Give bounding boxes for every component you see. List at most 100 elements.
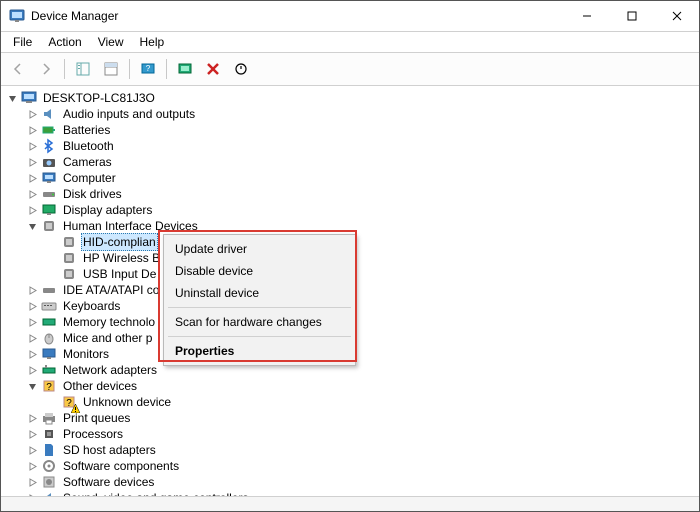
tree-label: Processors: [61, 426, 125, 442]
expand-icon[interactable]: [25, 203, 39, 217]
expand-icon[interactable]: [25, 171, 39, 185]
tree-label: Software devices: [61, 474, 156, 490]
forward-button[interactable]: [33, 56, 59, 82]
ctx-disable-device[interactable]: Disable device: [167, 260, 352, 282]
tree-label-selected: HID-complian: [81, 233, 158, 251]
expand-icon[interactable]: [25, 283, 39, 297]
toolbar-separator: [166, 59, 167, 79]
ctx-uninstall-device[interactable]: Uninstall device: [167, 282, 352, 304]
menu-action[interactable]: Action: [40, 33, 89, 51]
sound-icon: [41, 490, 57, 496]
collapse-icon[interactable]: [5, 91, 19, 105]
menu-file[interactable]: File: [5, 33, 40, 51]
tree-category-computer[interactable]: Computer: [1, 170, 699, 186]
expand-icon[interactable]: [25, 123, 39, 137]
memory-icon: [41, 314, 57, 330]
ctx-properties[interactable]: Properties: [167, 340, 352, 362]
tree-label: DESKTOP-LC81J3O: [41, 90, 157, 106]
close-button[interactable]: [654, 1, 699, 31]
expand-icon[interactable]: [25, 331, 39, 345]
expand-icon[interactable]: [25, 459, 39, 473]
tree-category-bluetooth[interactable]: Bluetooth: [1, 138, 699, 154]
tree-category-cameras[interactable]: Cameras: [1, 154, 699, 170]
tree-category-audio[interactable]: Audio inputs and outputs: [1, 106, 699, 122]
expand-icon[interactable]: [25, 139, 39, 153]
tree-label: Display adapters: [61, 202, 154, 218]
display-icon: [41, 202, 57, 218]
tree-label: Cameras: [61, 154, 114, 170]
show-hide-tree-button[interactable]: [70, 56, 96, 82]
ctx-scan-hardware[interactable]: Scan for hardware changes: [167, 311, 352, 333]
tree-category-hid[interactable]: Human Interface Devices: [1, 218, 699, 234]
menu-help[interactable]: Help: [132, 33, 173, 51]
tree-label: Sound, video and game controllers: [61, 490, 250, 496]
collapse-icon[interactable]: [25, 219, 39, 233]
ctx-update-driver[interactable]: Update driver: [167, 238, 352, 260]
tree-label: SD host adapters: [61, 442, 158, 458]
camera-icon: [41, 154, 57, 170]
tree-category-display[interactable]: Display adapters: [1, 202, 699, 218]
hid-icon: [61, 266, 77, 282]
expand-icon[interactable]: [25, 347, 39, 361]
expand-icon[interactable]: [25, 187, 39, 201]
app-icon: [9, 8, 25, 24]
window-title: Device Manager: [31, 9, 118, 23]
collapse-icon[interactable]: [25, 379, 39, 393]
toolbar: ?: [1, 53, 699, 86]
expand-icon[interactable]: [25, 475, 39, 489]
expand-icon[interactable]: [25, 443, 39, 457]
expand-icon[interactable]: [25, 315, 39, 329]
tree-category-sd[interactable]: SD host adapters: [1, 442, 699, 458]
tree-label: IDE ATA/ATAPI co: [61, 282, 161, 298]
ide-icon: [41, 282, 57, 298]
device-tree[interactable]: DESKTOP-LC81J3O Audio inputs and outputs…: [1, 86, 699, 496]
keyboard-icon: [41, 298, 57, 314]
help-button[interactable]: ?: [135, 56, 161, 82]
tree-category-other[interactable]: ? Other devices: [1, 378, 699, 394]
uninstall-button[interactable]: [200, 56, 226, 82]
monitor-icon: [41, 346, 57, 362]
hid-icon: [61, 250, 77, 266]
tree-label: Human Interface Devices: [61, 218, 200, 234]
tree-root[interactable]: DESKTOP-LC81J3O: [1, 90, 699, 106]
tree-label: Network adapters: [61, 362, 159, 378]
network-icon: [41, 362, 57, 378]
printer-icon: [41, 410, 57, 426]
tree-label: Monitors: [61, 346, 111, 362]
tree-label: Keyboards: [61, 298, 122, 314]
tree-label: Disk drives: [61, 186, 124, 202]
update-driver-button[interactable]: [172, 56, 198, 82]
expand-icon[interactable]: [25, 411, 39, 425]
context-menu: Update driver Disable device Uninstall d…: [163, 234, 356, 366]
properties-button[interactable]: [98, 56, 124, 82]
toolbar-separator: [129, 59, 130, 79]
status-bar: [1, 496, 699, 511]
menu-view[interactable]: View: [90, 33, 132, 51]
mouse-icon: [41, 330, 57, 346]
tree-category-sound[interactable]: Sound, video and game controllers: [1, 490, 699, 496]
expand-icon[interactable]: [25, 491, 39, 496]
expand-icon[interactable]: [25, 299, 39, 313]
disable-button[interactable]: [228, 56, 254, 82]
tree-category-disk[interactable]: Disk drives: [1, 186, 699, 202]
tree-label: Bluetooth: [61, 138, 116, 154]
warning-overlay-icon: [71, 404, 80, 413]
tree-category-print[interactable]: Print queues: [1, 410, 699, 426]
battery-icon: [41, 122, 57, 138]
tree-category-processors[interactable]: Processors: [1, 426, 699, 442]
expand-icon[interactable]: [25, 155, 39, 169]
svg-text:?: ?: [46, 382, 52, 393]
minimize-button[interactable]: [564, 1, 609, 31]
ctx-separator: [168, 307, 351, 308]
tree-category-softdev[interactable]: Software devices: [1, 474, 699, 490]
expand-icon[interactable]: [25, 427, 39, 441]
tree-device-unknown[interactable]: ? Unknown device: [1, 394, 699, 410]
expand-icon[interactable]: [25, 363, 39, 377]
expand-icon[interactable]: [25, 107, 39, 121]
tree-category-software[interactable]: Software components: [1, 458, 699, 474]
computer-icon: [41, 170, 57, 186]
toolbar-separator: [64, 59, 65, 79]
tree-category-batteries[interactable]: Batteries: [1, 122, 699, 138]
maximize-button[interactable]: [609, 1, 654, 31]
back-button[interactable]: [5, 56, 31, 82]
